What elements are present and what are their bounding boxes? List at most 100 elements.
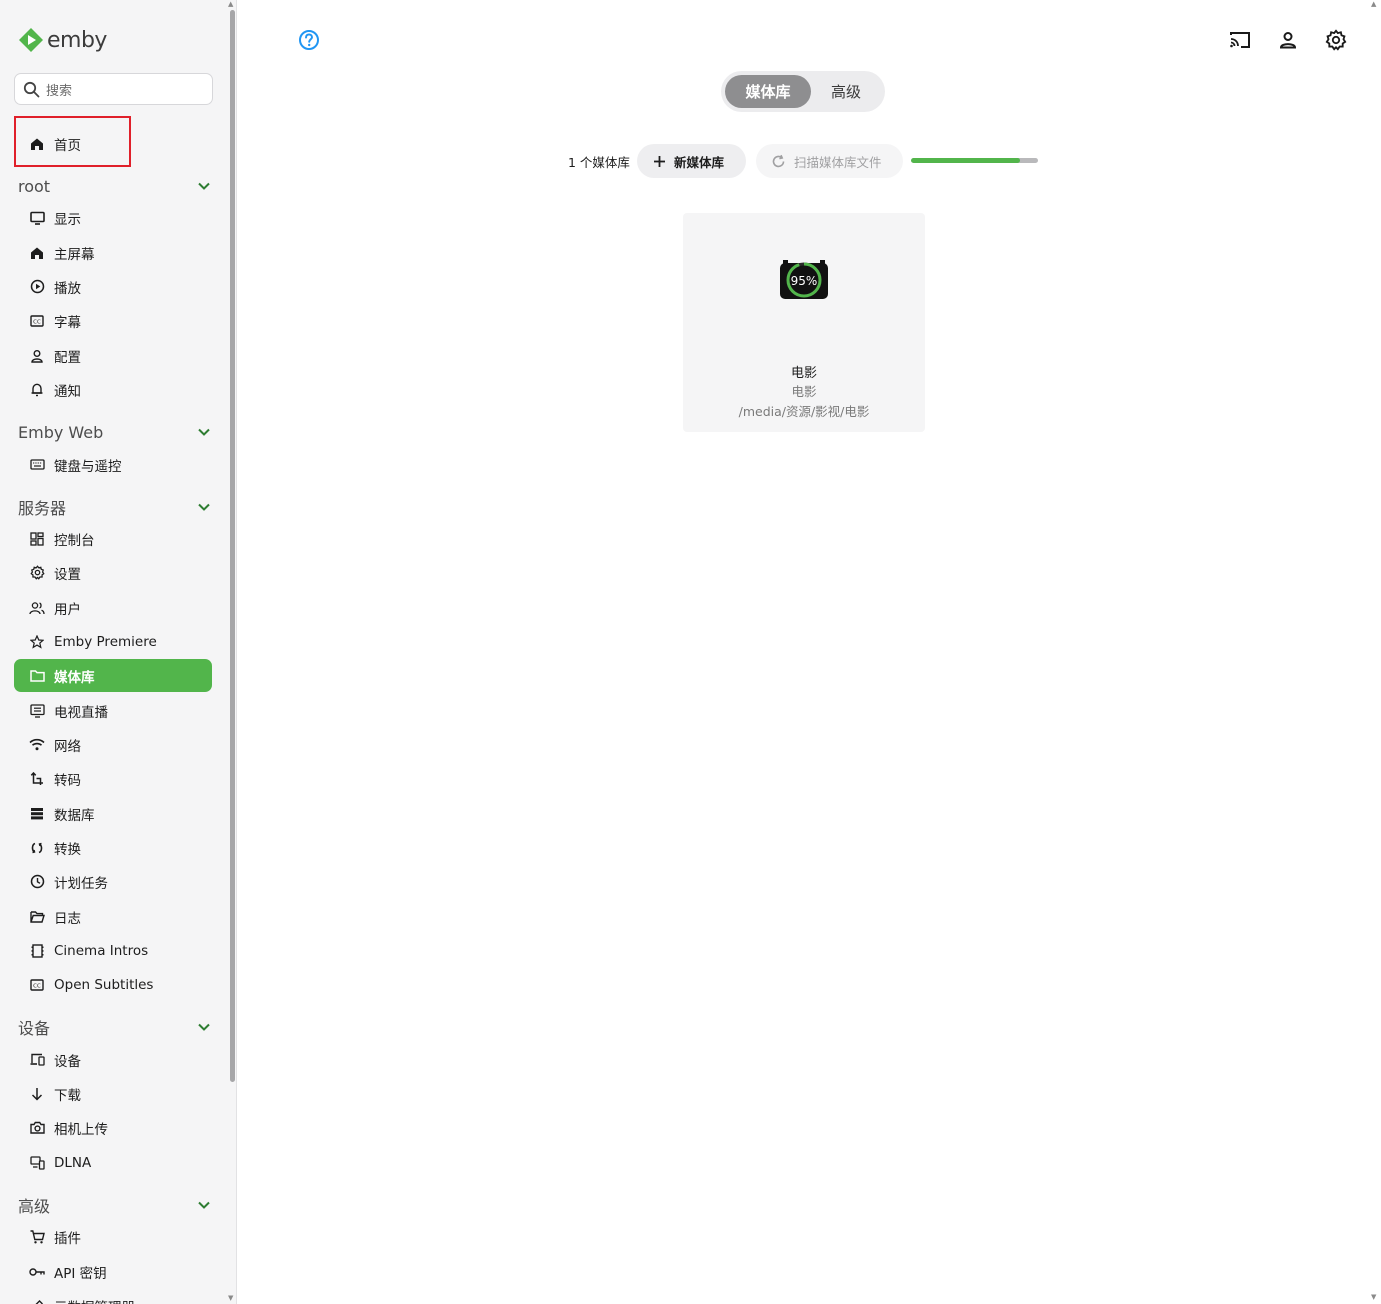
sidebar-item-label: 相机上传 bbox=[54, 1121, 108, 1138]
sidebar-item-camera-upload[interactable]: 相机上传 bbox=[14, 1111, 212, 1144]
add-library-button[interactable]: 新媒体库 bbox=[637, 144, 746, 178]
devices-icon bbox=[29, 1052, 45, 1068]
refresh-icon bbox=[772, 154, 785, 167]
section-root[interactable]: root bbox=[18, 174, 212, 198]
sidebar-item-label: 插件 bbox=[54, 1230, 81, 1247]
sidebar-item-label: 下载 bbox=[54, 1087, 81, 1104]
sidebar-item-subtitles[interactable]: CC 字幕 bbox=[14, 304, 212, 337]
star-icon bbox=[29, 634, 45, 650]
convert-icon bbox=[29, 840, 45, 856]
chevron-down-icon bbox=[198, 182, 210, 190]
sidebar-item-dlna[interactable]: DLNA bbox=[14, 1146, 212, 1179]
section-title: Emby Web bbox=[18, 422, 104, 442]
scan-progress-fill bbox=[911, 158, 1021, 163]
sidebar-item-playback[interactable]: 播放 bbox=[14, 270, 212, 303]
sidebar-item-notifications[interactable]: 通知 bbox=[14, 373, 212, 406]
sidebar-item-label: Emby Premiere bbox=[54, 633, 157, 650]
sidebar-item-downloads[interactable]: 下载 bbox=[14, 1077, 212, 1110]
section-emby-web[interactable]: Emby Web bbox=[18, 420, 212, 444]
wifi-icon bbox=[29, 737, 45, 753]
sidebar-item-scheduled-tasks[interactable]: 计划任务 bbox=[14, 865, 212, 898]
sidebar-item-plugins[interactable]: 插件 bbox=[14, 1220, 212, 1253]
scroll-up-arrow[interactable]: ▲ bbox=[228, 0, 233, 8]
scroll-down-arrow[interactable]: ▼ bbox=[1371, 1293, 1376, 1301]
transcode-icon bbox=[29, 771, 45, 787]
sidebar-item-label: Open Subtitles bbox=[54, 976, 154, 993]
chevron-down-icon bbox=[198, 503, 210, 511]
tab-advanced[interactable]: 高级 bbox=[811, 75, 881, 108]
sidebar-item-open-subtitles[interactable]: CC Open Subtitles bbox=[14, 968, 212, 1001]
sidebar-item-label: 设备 bbox=[54, 1053, 81, 1070]
library-card[interactable]: 95% 电影 电影 /media/资源/影视/电影 bbox=[683, 213, 925, 432]
sidebar-item-database[interactable]: 数据库 bbox=[14, 797, 212, 830]
monitor-icon bbox=[29, 210, 45, 226]
user-icon[interactable] bbox=[1276, 28, 1300, 52]
sidebar-item-libraries[interactable]: 媒体库 bbox=[14, 659, 212, 692]
scrollbar-thumb[interactable] bbox=[230, 10, 235, 1082]
sidebar-item-users[interactable]: 用户 bbox=[14, 591, 212, 624]
scan-library-label: 扫描媒体库文件 bbox=[794, 154, 882, 170]
search-icon bbox=[23, 81, 40, 97]
chevron-down-icon bbox=[198, 1023, 210, 1031]
main-content bbox=[238, 0, 1369, 1304]
help-icon[interactable] bbox=[298, 29, 320, 51]
closed-caption-icon: CC bbox=[29, 313, 45, 329]
sidebar-item-dashboard[interactable]: 控制台 bbox=[14, 522, 212, 555]
sidebar-item-label: 计划任务 bbox=[54, 875, 108, 892]
main-scrollbar[interactable]: ▲ ▼ bbox=[1369, 0, 1381, 1304]
sidebar-item-label: 控制台 bbox=[54, 532, 95, 549]
gear-icon bbox=[29, 565, 45, 581]
sidebar-item-conversions[interactable]: 转换 bbox=[14, 831, 212, 864]
logo-text: emby bbox=[47, 27, 107, 53]
person-icon bbox=[29, 348, 45, 364]
section-advanced[interactable]: 高级 bbox=[18, 1193, 212, 1217]
sidebar-item-display[interactable]: 显示 bbox=[14, 201, 212, 234]
scan-library-button[interactable]: 扫描媒体库文件 bbox=[756, 144, 903, 178]
scroll-down-arrow[interactable]: ▼ bbox=[228, 1294, 233, 1302]
sidebar-item-label: 日志 bbox=[54, 910, 81, 927]
clock-icon bbox=[29, 874, 45, 890]
sidebar-item-home-screen[interactable]: 主屏幕 bbox=[14, 236, 212, 269]
cart-icon bbox=[29, 1229, 45, 1245]
sidebar-item-label: DLNA bbox=[54, 1154, 92, 1171]
sidebar-item-keyboard-remote[interactable]: 键盘与遥控 bbox=[14, 448, 212, 481]
sidebar-item-label: 转换 bbox=[54, 841, 81, 858]
sidebar-scrollbar[interactable]: ▲ ▼ bbox=[227, 0, 236, 1304]
sidebar-item-cinema-intros[interactable]: Cinema Intros bbox=[14, 934, 212, 967]
scroll-up-arrow[interactable]: ▲ bbox=[1371, 0, 1376, 8]
emby-logo-icon bbox=[19, 28, 43, 52]
sidebar-item-devices[interactable]: 设备 bbox=[14, 1043, 212, 1076]
dashboard-icon bbox=[29, 531, 45, 547]
sidebar-item-label: 主屏幕 bbox=[54, 246, 95, 263]
sidebar-item-logs[interactable]: 日志 bbox=[14, 900, 212, 933]
sidebar-item-transcoding[interactable]: 转码 bbox=[14, 762, 212, 795]
sidebar-item-emby-premiere[interactable]: Emby Premiere bbox=[14, 625, 212, 658]
section-devices[interactable]: 设备 bbox=[18, 1015, 212, 1039]
home-icon bbox=[29, 245, 45, 261]
sidebar-item-metadata-manager[interactable]: 元数据管理器 bbox=[14, 1289, 212, 1304]
dlna-icon bbox=[29, 1155, 45, 1171]
settings-icon[interactable] bbox=[1324, 28, 1348, 52]
sidebar-item-live-tv[interactable]: 电视直播 bbox=[14, 694, 212, 727]
search-input[interactable]: 搜索 bbox=[14, 73, 213, 105]
svg-text:CC: CC bbox=[33, 983, 41, 989]
sidebar-item-label: 元数据管理器 bbox=[54, 1296, 135, 1304]
sidebar-item-network[interactable]: 网络 bbox=[14, 728, 212, 761]
sidebar-item-api-keys[interactable]: API 密钥 bbox=[14, 1255, 212, 1288]
arrow-down-icon bbox=[29, 1086, 45, 1102]
sidebar-item-label: 键盘与遥控 bbox=[54, 458, 122, 475]
sidebar-item-settings[interactable]: 设置 bbox=[14, 556, 212, 589]
key-icon bbox=[29, 1264, 45, 1280]
closed-caption-icon: CC bbox=[29, 977, 45, 993]
sidebar-item-label: 显示 bbox=[54, 211, 81, 228]
tv-guide-icon bbox=[29, 703, 45, 719]
card-progress-label: 95% bbox=[790, 274, 818, 288]
folder-icon bbox=[29, 668, 45, 684]
section-server[interactable]: 服务器 bbox=[18, 495, 212, 519]
sidebar-item-label: 用户 bbox=[54, 601, 81, 618]
cast-icon[interactable] bbox=[1228, 28, 1252, 52]
emby-logo[interactable]: emby bbox=[18, 26, 107, 54]
tab-libraries[interactable]: 媒体库 bbox=[725, 75, 811, 108]
sidebar-item-home[interactable]: 首页 bbox=[14, 127, 212, 160]
sidebar-item-profile[interactable]: 配置 bbox=[14, 339, 212, 372]
